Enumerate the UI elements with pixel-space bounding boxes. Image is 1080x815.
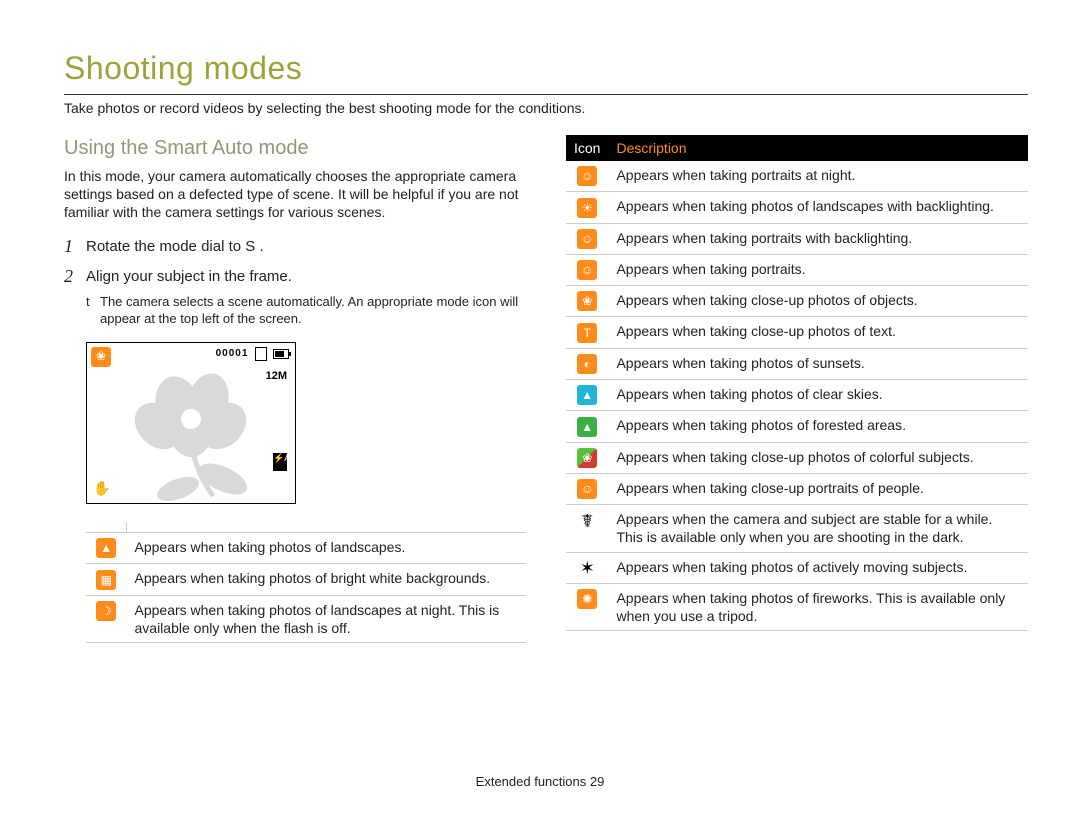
backlight-portrait-icon: ☺ <box>577 229 597 249</box>
white-bg-icon: ▦ <box>96 570 116 590</box>
page-footer: Extended functions 29 <box>0 774 1080 791</box>
mode-description: Appears when taking photos of landscapes… <box>127 595 527 642</box>
forest-icon: ▲ <box>577 417 597 437</box>
table-row: ☤ Appears when the camera and subject are… <box>566 505 1028 552</box>
table-row: ☺ Appears when taking portraits. <box>566 254 1028 285</box>
mode-description: Appears when taking portraits. <box>608 254 1028 285</box>
table-row: ❀ Appears when taking close-up photos of … <box>566 442 1028 473</box>
right-mode-table: Icon Description ☺ Appears when taking po… <box>566 135 1028 632</box>
table-row: ✶ Appears when taking photos of actively … <box>566 552 1028 583</box>
left-mode-table: ▲ Appears when taking photos of landscap… <box>86 522 526 643</box>
backlight-landscape-icon: ☀ <box>577 198 597 218</box>
macro-object-icon: ❀ <box>577 291 597 311</box>
landscape-icon: ▲ <box>96 538 116 558</box>
step-number: 1 <box>64 235 86 258</box>
table-row: ▲ Appears when taking photos of landscap… <box>86 532 526 563</box>
sub-bullet: t <box>86 294 100 328</box>
mode-description: Appears when taking portraits with backl… <box>608 223 1028 254</box>
page: Shooting modes Take photos or record vid… <box>0 0 1080 815</box>
macro-portrait-icon: ☺ <box>577 479 597 499</box>
table-header-row: Icon Description <box>566 135 1028 161</box>
table-row: ✺ Appears when taking photos of ﬁreworks.… <box>566 583 1028 630</box>
portrait-icon: ☺ <box>577 260 597 280</box>
section-paragraph: In this mode, your camera automatically … <box>64 167 526 222</box>
page-subtitle: Take photos or record videos by selectin… <box>64 99 1028 117</box>
battery-icon <box>273 349 289 359</box>
footer-label: Extended functions <box>476 774 587 789</box>
table-row: ◐ Appears when taking photos of sunsets. <box>566 348 1028 379</box>
title-rule <box>64 94 1028 95</box>
fireworks-icon: ✺ <box>577 589 597 609</box>
right-column: Icon Description ☺ Appears when taking po… <box>566 135 1028 643</box>
mode-description: Appears when taking photos of landscapes… <box>608 192 1028 223</box>
header-description: Description <box>608 135 1028 161</box>
header-icon: Icon <box>566 135 608 161</box>
mode-badge-macro-icon: ❀ <box>91 347 111 367</box>
table-row: T Appears when taking close-up photos of … <box>566 317 1028 348</box>
mode-description: Appears when taking portraits at night. <box>608 161 1028 192</box>
table-row: ▲ Appears when taking photos of forested … <box>566 411 1028 442</box>
section-heading: Using the Smart Auto mode <box>64 135 526 161</box>
mode-description: Appears when the camera and subject are … <box>608 505 1028 552</box>
table-row: ☺ Appears when taking close-up portraits … <box>566 473 1028 504</box>
step-1: 1 Rotate the mode dial to S . <box>64 235 526 258</box>
table-row: ❀ Appears when taking close-up photos of … <box>566 286 1028 317</box>
mode-description: Appears when taking close-up photos of t… <box>608 317 1028 348</box>
sunset-icon: ◐ <box>577 354 597 374</box>
tulip-icon: ❀ <box>96 349 106 365</box>
mode-description: Appears when taking photos of ﬁreworks. … <box>608 583 1028 630</box>
step-number: 2 <box>64 265 86 288</box>
page-title: Shooting modes <box>64 48 1028 90</box>
left-column: Using the Smart Auto mode In this mode, … <box>64 135 526 643</box>
night-portrait-icon: ☺ <box>577 166 597 186</box>
mode-description: Appears when taking close-up photos of o… <box>608 286 1028 317</box>
table-row: ☀ Appears when taking photos of landscape… <box>566 192 1028 223</box>
mode-description: Appears when taking close-up photos of c… <box>608 442 1028 473</box>
step-2-sub: t The camera selects a scene automatical… <box>86 294 526 328</box>
mode-description: Appears when taking photos of forested a… <box>608 411 1028 442</box>
flash-auto-icon: ⚡A <box>273 453 287 471</box>
sub-text: The camera selects a scene automatically… <box>100 294 526 328</box>
camera-lcd-preview: ❀ 00001 12M ⚡A ✋ <box>86 342 296 504</box>
mode-description: Appears when taking photos of actively m… <box>608 552 1028 583</box>
table-row: ☽ Appears when taking photos of landscap… <box>86 595 526 642</box>
mode-description: Appears when taking photos of landscapes… <box>127 532 527 563</box>
table-row: ☺ Appears when taking portraits with back… <box>566 223 1028 254</box>
anti-shake-icon: ✋ <box>93 479 110 497</box>
clear-sky-icon: ▲ <box>577 385 597 405</box>
two-column-layout: Using the Smart Auto mode In this mode, … <box>64 135 1028 643</box>
frame-counter: 00001 <box>216 347 249 360</box>
step-text: Rotate the mode dial to S . <box>86 235 264 258</box>
mode-description: Appears when taking photos of bright whi… <box>127 564 527 595</box>
table-row: ▲ Appears when taking photos of clear ski… <box>566 380 1028 411</box>
action-icon: ✶ <box>580 558 595 578</box>
card-icon <box>255 347 267 361</box>
mode-description: Appears when taking photos of sunsets. <box>608 348 1028 379</box>
mode-description: Appears when taking photos of clear skie… <box>608 380 1028 411</box>
macro-color-icon: ❀ <box>577 448 597 468</box>
tripod-dark-icon: ☤ <box>581 511 593 531</box>
flower-silhouette <box>123 371 273 501</box>
step-2: 2 Align your subject in the frame. <box>64 265 526 288</box>
step-text: Align your subject in the frame. <box>86 265 292 288</box>
table-row: ▦ Appears when taking photos of bright w… <box>86 564 526 595</box>
mode-description: Appears when taking close-up portraits o… <box>608 473 1028 504</box>
table-row: ☺ Appears when taking portraits at night. <box>566 161 1028 192</box>
page-number: 29 <box>590 774 604 789</box>
night-landscape-icon: ☽ <box>96 601 116 621</box>
macro-text-icon: T <box>577 323 597 343</box>
lcd-top-right: 00001 <box>216 347 289 361</box>
